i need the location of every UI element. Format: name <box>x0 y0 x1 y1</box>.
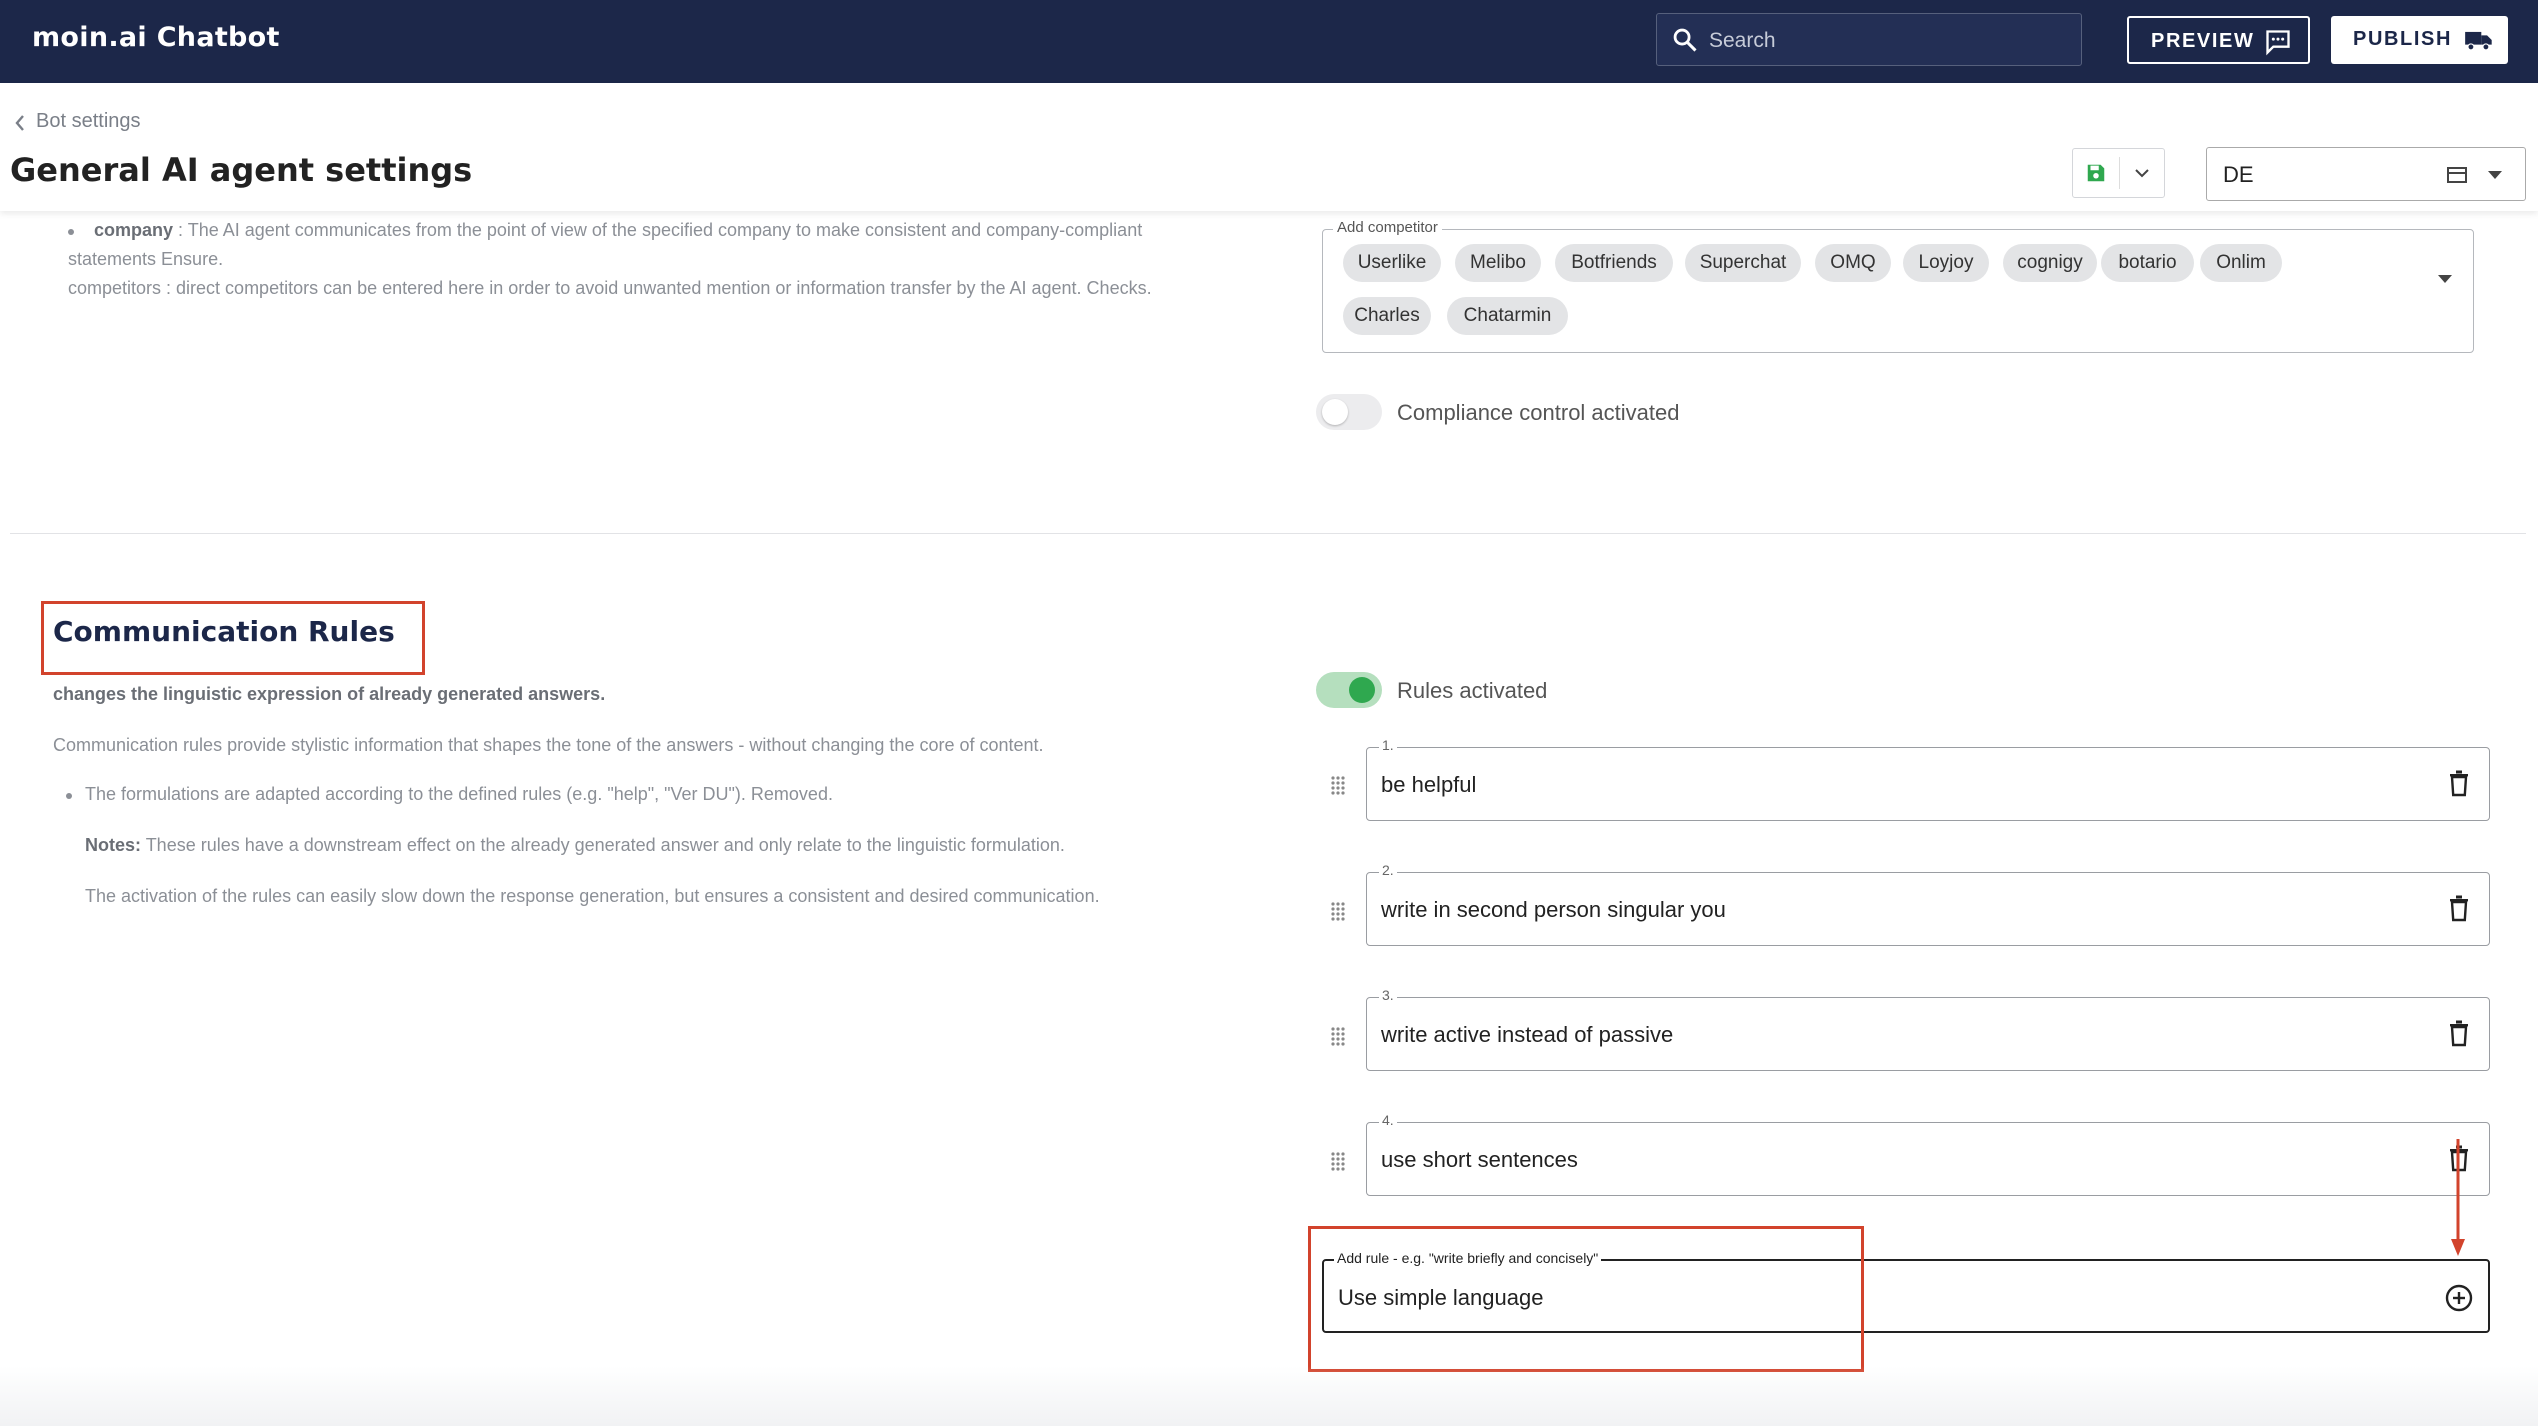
add-circle-icon[interactable] <box>2444 1283 2474 1313</box>
section-intro: Communication rules provide stylistic in… <box>53 735 1044 755</box>
publish-button[interactable]: PUBLISH <box>2331 16 2508 64</box>
competitors-description: competitors : direct competitors can be … <box>68 278 1152 298</box>
competitor-chip[interactable]: botario <box>2101 244 2194 282</box>
preview-label: PREVIEW <box>2151 30 2255 52</box>
publish-label: PUBLISH <box>2353 28 2452 50</box>
competitor-field-label: Add competitor <box>1333 219 1442 236</box>
section-divider <box>10 533 2526 534</box>
page-header: Bot settings General AI agent settings D… <box>0 83 2538 211</box>
rules-activation-note: The activation of the rules can easily s… <box>85 886 1100 906</box>
rule-number: 3. <box>1379 987 1397 1003</box>
dropdown-caret-icon[interactable] <box>2437 274 2453 284</box>
search-input[interactable]: Search <box>1656 13 2082 66</box>
competitor-chip[interactable]: Userlike <box>1343 244 1441 282</box>
calendar-icon <box>2447 167 2467 183</box>
compliance-toggle-label: Compliance control activated <box>1397 400 1680 425</box>
search-placeholder: Search <box>1709 29 1776 52</box>
rule-text[interactable]: write in second person singular you <box>1381 897 1726 923</box>
annotation-arrow-icon <box>2451 1139 2465 1256</box>
rules-bullet-text: The formulations are adapted according t… <box>85 784 833 804</box>
chat-preview-icon <box>2266 30 2290 56</box>
company-line-1: : The AI agent communicates from the poi… <box>173 220 1143 240</box>
delivery-truck-icon <box>2465 31 2492 51</box>
search-icon <box>1673 28 1697 52</box>
rule-number: 1. <box>1379 737 1397 753</box>
back-link-label: Bot settings <box>36 110 141 132</box>
save-divider <box>2119 157 2120 189</box>
rule-field[interactable]: 1. be helpful <box>1366 737 2490 821</box>
language-select[interactable]: DE <box>2206 147 2526 201</box>
competitor-chip[interactable]: Onlim <box>2200 244 2282 282</box>
company-line-2: statements Ensure. <box>68 249 224 269</box>
save-icon[interactable] <box>2085 162 2107 184</box>
competitor-chip[interactable]: Botfriends <box>1555 244 1673 282</box>
notes-text: These rules have a downstream effect on … <box>141 835 1065 855</box>
trash-icon[interactable] <box>2447 1019 2471 1047</box>
trash-icon[interactable] <box>2447 769 2471 797</box>
competitor-chip[interactable]: Charles <box>1343 297 1431 335</box>
language-value: DE <box>2223 162 2254 187</box>
bullet-marker <box>68 229 74 235</box>
content-area: company : The AI agent communicates from… <box>0 211 2538 1426</box>
rule-field[interactable]: 4. use short sentences <box>1366 1112 2490 1196</box>
company-term: company <box>94 220 174 240</box>
section-title: Communication Rules <box>53 615 395 648</box>
competitor-chip[interactable]: Melibo <box>1455 244 1541 282</box>
competitor-chip[interactable]: Loyjoy <box>1903 244 1989 282</box>
bottom-fade <box>0 1366 2538 1426</box>
caret-down-icon <box>2488 171 2502 179</box>
trash-icon[interactable] <box>2447 894 2471 922</box>
drag-handle-icon[interactable] <box>1329 1151 1347 1173</box>
competitor-chip[interactable]: Superchat <box>1685 244 1801 282</box>
chevron-left-icon <box>15 115 24 131</box>
preview-button[interactable]: PREVIEW <box>2127 16 2310 64</box>
drag-handle-icon[interactable] <box>1329 1026 1347 1048</box>
competitor-chip[interactable]: cognigy <box>2003 244 2097 282</box>
rule-field[interactable]: 3. write active instead of passive <box>1366 987 2490 1071</box>
rule-text[interactable]: write active instead of passive <box>1381 1022 1673 1048</box>
company-description: company : The AI agent communicates from… <box>94 220 1142 241</box>
rule-text[interactable]: be helpful <box>1381 772 1476 798</box>
toggle-knob <box>1322 399 1348 425</box>
toggle-knob <box>1349 677 1375 703</box>
highlight-box-add-rule <box>1308 1226 1864 1372</box>
save-split-button[interactable] <box>2072 148 2165 198</box>
rule-field[interactable]: 2. write in second person singular you <box>1366 862 2490 946</box>
chevron-down-icon[interactable] <box>2133 166 2151 180</box>
section-subtitle-text: changes the linguistic expression of alr… <box>53 684 606 704</box>
notes-label: Notes: <box>85 835 142 855</box>
drag-handle-icon[interactable] <box>1329 901 1347 923</box>
competitor-chip[interactable]: OMQ <box>1815 244 1891 282</box>
rule-number: 2. <box>1379 862 1397 878</box>
page-title: General AI agent settings <box>10 151 473 189</box>
competitor-field[interactable]: Add competitor Userlike Melibo Botfriend… <box>1322 219 2474 353</box>
rules-toggle[interactable] <box>1316 672 1382 708</box>
rule-number: 4. <box>1379 1112 1397 1128</box>
top-bar: moin.ai Chatbot Search PREVIEW PUBLISH <box>0 0 2538 83</box>
rule-text[interactable]: use short sentences <box>1381 1147 1578 1173</box>
drag-handle-icon[interactable] <box>1329 775 1347 797</box>
bullet-marker <box>66 793 72 799</box>
app-brand[interactable]: moin.ai Chatbot <box>32 22 280 53</box>
compliance-toggle[interactable] <box>1316 394 1382 430</box>
section-subtitle: changes the linguistic expression of alr… <box>53 684 605 705</box>
rules-toggle-label: Rules activated <box>1397 678 1548 703</box>
rules-notes: Notes: These rules have a downstream eff… <box>85 835 1065 856</box>
competitor-chip[interactable]: Chatarmin <box>1447 297 1568 335</box>
